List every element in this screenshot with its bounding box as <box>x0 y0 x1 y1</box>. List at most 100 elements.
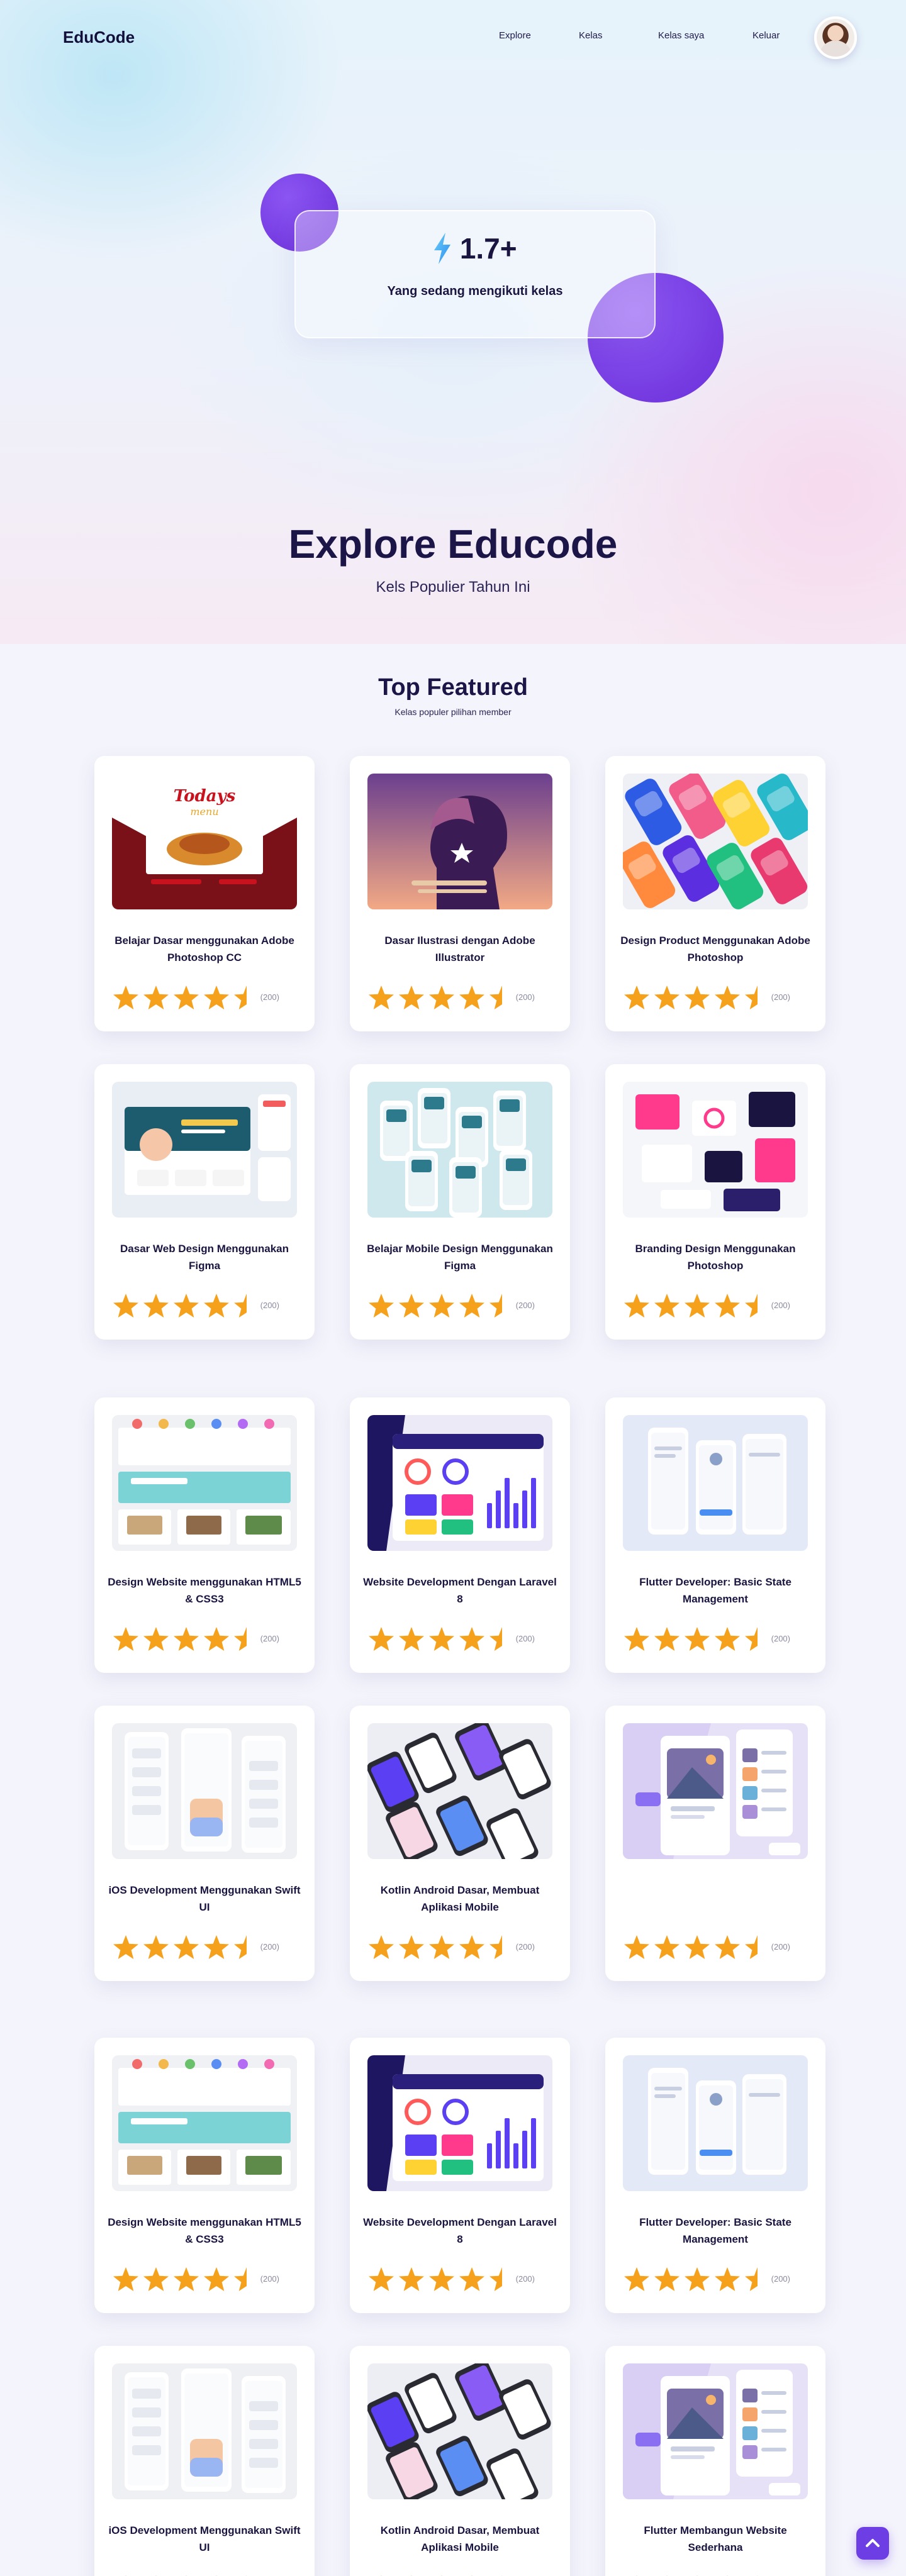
star-icon <box>429 1935 454 1959</box>
nav-link-kelas-saya[interactable]: Kelas saya <box>658 30 704 41</box>
course-title: Dasar Ilustrasi dengan Adobe Illustrator <box>384 935 535 963</box>
star-rating <box>113 1935 257 1959</box>
course-rating: (200) <box>623 1292 808 1322</box>
star-icon <box>715 1935 740 1959</box>
course-title: Kotlin Android Dasar, Membuat Aplikasi M… <box>380 2524 540 2553</box>
course-card[interactable]: (200) <box>605 1706 825 1981</box>
course-card[interactable]: Flutter Developer: Basic State Managemen… <box>605 2038 825 2313</box>
course-title: iOS Development Menggunakan Swift UI <box>108 1884 301 1913</box>
course-rating: (200) <box>367 1625 552 1655</box>
star-icon <box>654 1935 680 1959</box>
star-icon <box>113 1627 138 1651</box>
lightning-icon <box>434 233 451 264</box>
star-rating <box>624 1627 768 1651</box>
course-rating: (200) <box>623 2265 808 2296</box>
course-title: Design Website menggunakan HTML5 & CSS3 <box>108 2216 301 2245</box>
review-count: (200) <box>260 1301 279 1310</box>
star-rating <box>113 1294 257 1318</box>
review-count: (200) <box>515 1634 535 1643</box>
course-card[interactable]: Flutter Membangun Website Sederhana (200… <box>605 2346 825 2576</box>
course-thumbnail: Todays menu <box>112 774 297 909</box>
star-icon <box>204 1935 229 1959</box>
course-card[interactable]: Dasar Ilustrasi dengan Adobe Illustrator… <box>350 756 570 1031</box>
course-thumbnail <box>112 2363 297 2499</box>
course-thumbnail <box>112 2055 297 2191</box>
star-rating <box>125 2575 247 2576</box>
course-card[interactable]: Belajar Mobile Design Menggunakan Figma … <box>350 1064 570 1340</box>
star-rating <box>636 2575 758 2576</box>
star-rating <box>113 985 257 1009</box>
nav-link-keluar[interactable]: Keluar <box>752 30 780 41</box>
stat-label: Yang sedang mengikuti kelas <box>387 284 563 298</box>
star-icon <box>399 1627 424 1651</box>
star-icon <box>174 1935 199 1959</box>
course-card[interactable]: Design Product Menggunakan Adobe Photosh… <box>605 756 825 1031</box>
course-title: Belajar Mobile Design Menggunakan Figma <box>367 1243 553 1272</box>
star-icon <box>654 1294 680 1318</box>
hero-title: Explore Educode <box>288 521 618 567</box>
star-icon <box>113 1935 138 1959</box>
star-icon <box>174 1294 199 1318</box>
course-rating: (200) <box>623 984 808 1014</box>
star-icon <box>174 1627 199 1651</box>
course-card[interactable]: Design Website menggunakan HTML5 & CSS3 … <box>94 1397 315 1673</box>
star-icon <box>685 1935 710 1959</box>
star-icon <box>143 1294 169 1318</box>
review-count: (200) <box>260 1942 279 1951</box>
course-card[interactable]: Kotlin Android Dasar, Membuat Aplikasi M… <box>350 1706 570 1981</box>
scroll-top-button[interactable] <box>856 2527 889 2560</box>
star-icon <box>369 2267 394 2291</box>
course-thumbnail <box>623 2055 808 2191</box>
star-icon <box>113 1294 138 1318</box>
course-rating: (200) <box>112 1292 297 1322</box>
featured-title: Top Featured <box>378 674 528 701</box>
hero-section: EduCode Explore Kelas Kelas saya Keluar … <box>0 0 906 644</box>
star-rating <box>624 985 768 1009</box>
star-icon <box>429 985 454 1009</box>
nav-link-kelas[interactable]: Kelas <box>579 30 603 41</box>
review-count: (200) <box>260 1634 279 1643</box>
review-count: (200) <box>771 1634 790 1643</box>
star-icon <box>143 985 169 1009</box>
star-icon <box>369 985 394 1009</box>
star-icon <box>399 985 424 1009</box>
course-card[interactable]: Dasar Web Design Menggunakan Figma (200) <box>94 1064 315 1340</box>
nav-link-explore[interactable]: Explore <box>499 30 531 41</box>
star-rating <box>369 2267 512 2291</box>
brand-logo[interactable]: EduCode <box>63 28 135 47</box>
course-rating: (200) <box>623 1933 808 1963</box>
course-thumbnail <box>367 1723 552 1859</box>
course-card[interactable]: Todays menu Belajar Dasar menggunakan Ado… <box>94 756 315 1031</box>
star-icon <box>204 1294 229 1318</box>
star-icon <box>429 1294 454 1318</box>
course-card[interactable]: Website Development Dengan Laravel 8 (20… <box>350 2038 570 2313</box>
user-avatar[interactable] <box>814 16 857 59</box>
star-icon <box>654 1627 680 1651</box>
star-icon <box>204 1627 229 1651</box>
star-icon <box>624 2267 649 2291</box>
review-count: (200) <box>515 1301 535 1310</box>
course-thumbnail <box>367 1415 552 1551</box>
course-card[interactable]: Flutter Developer: Basic State Managemen… <box>605 1397 825 1673</box>
course-card[interactable]: Website Development Dengan Laravel 8 (20… <box>350 1397 570 1673</box>
review-count: (200) <box>771 2274 790 2284</box>
course-rating: (200) <box>112 1933 297 1963</box>
svg-text:menu: menu <box>190 806 218 818</box>
star-rating <box>369 1935 512 1959</box>
star-icon <box>715 1627 740 1651</box>
review-count: (200) <box>771 1301 790 1310</box>
star-rating <box>624 1935 768 1959</box>
course-card[interactable]: Design Website menggunakan HTML5 & CSS3 … <box>94 2038 315 2313</box>
course-rating: (200) <box>112 2265 297 2296</box>
course-card[interactable]: iOS Development Menggunakan Swift UI (20… <box>94 2346 315 2576</box>
star-icon <box>369 1935 394 1959</box>
course-thumbnail <box>623 1415 808 1551</box>
course-card[interactable]: Kotlin Android Dasar, Membuat Aplikasi M… <box>350 2346 570 2576</box>
course-title: Design Website menggunakan HTML5 & CSS3 <box>108 1576 301 1605</box>
stat-value: 1.7+ <box>459 232 517 265</box>
course-card[interactable]: iOS Development Menggunakan Swift UI (20… <box>94 1706 315 1981</box>
course-rating: (200) <box>112 1625 297 1655</box>
course-card[interactable]: Branding Design Menggunakan Photoshop (2… <box>605 1064 825 1340</box>
star-icon <box>369 1294 394 1318</box>
course-title: Dasar Web Design Menggunakan Figma <box>120 1243 289 1272</box>
